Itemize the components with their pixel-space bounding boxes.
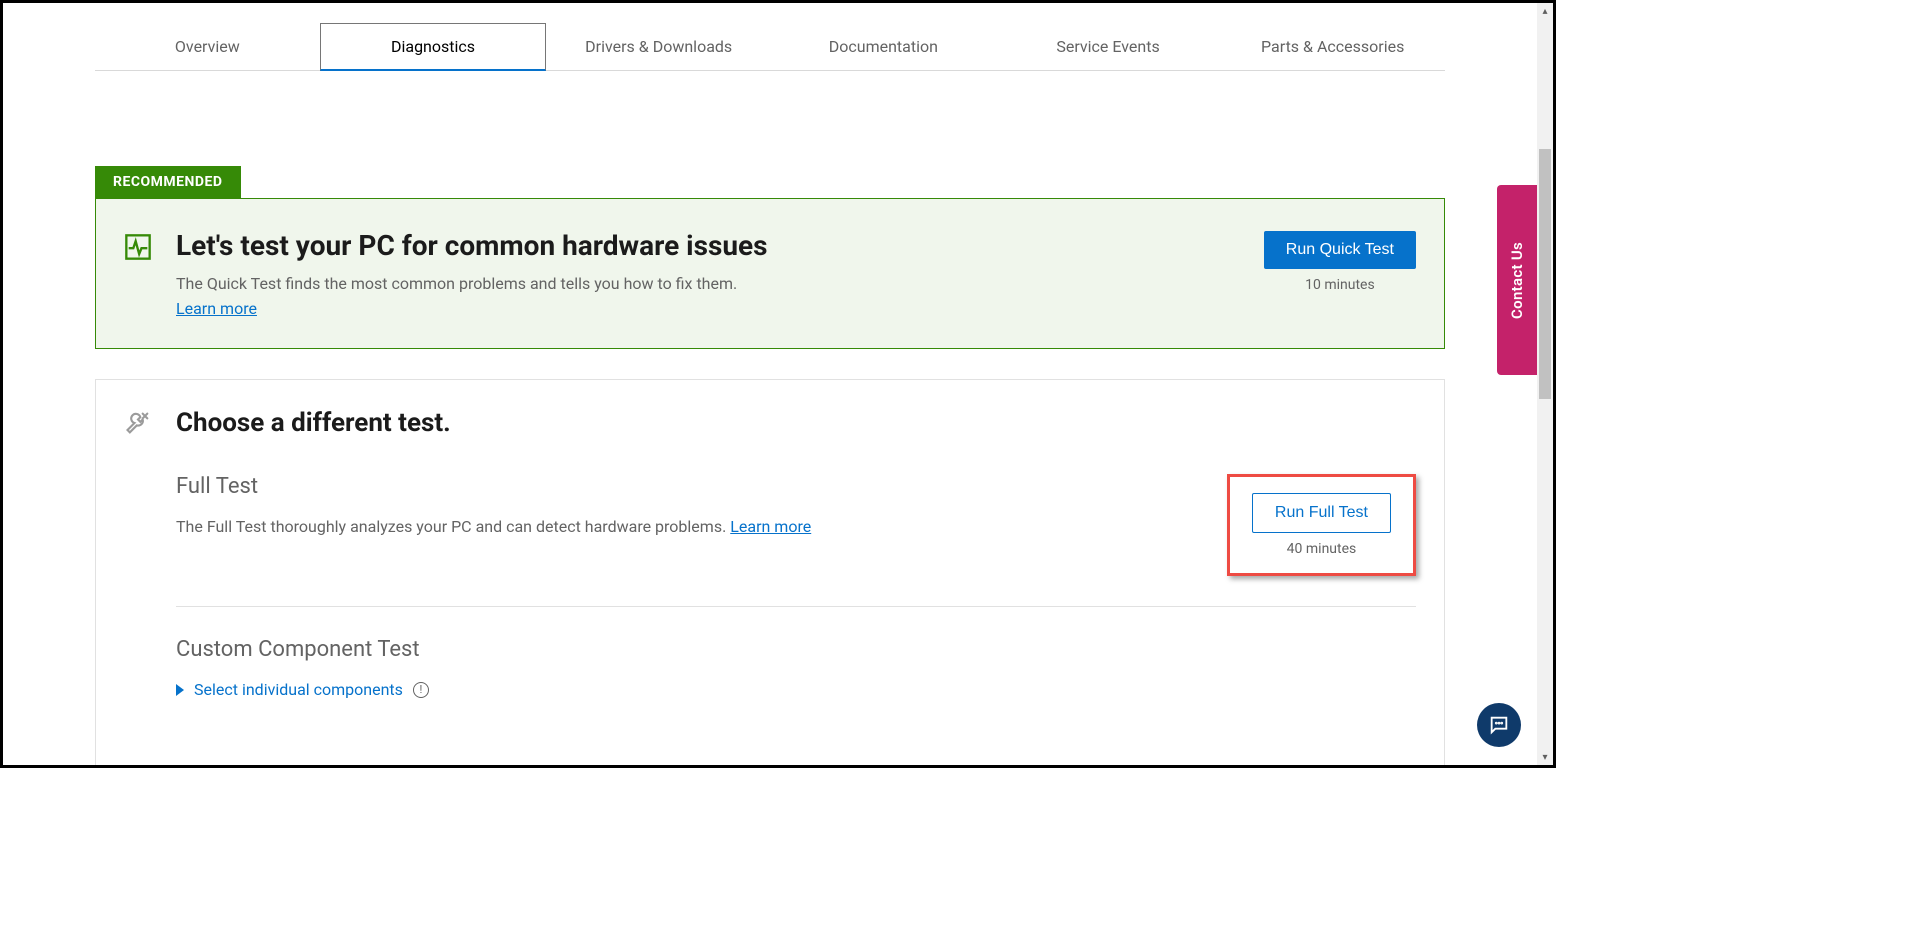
select-components-expander[interactable]: Select individual components ! [176,680,429,699]
full-test-time: 40 minutes [1287,541,1357,557]
run-full-test-button[interactable]: Run Full Test [1252,493,1391,533]
chat-fab-button[interactable] [1477,703,1521,747]
tab-parts-accessories[interactable]: Parts & Accessories [1220,23,1445,70]
recommended-title: Let's test your PC for common hardware i… [176,229,1240,262]
chat-icon [1488,714,1510,736]
tools-icon [124,409,152,437]
vertical-scrollbar[interactable]: ▴ ▾ [1537,3,1553,765]
scroll-up-arrow[interactable]: ▴ [1537,3,1553,19]
custom-test-title: Custom Component Test [176,637,1416,662]
scroll-down-arrow[interactable]: ▾ [1537,749,1553,765]
chevron-right-icon [176,684,184,696]
recommended-subtitle: The Quick Test finds the most common pro… [176,274,1240,293]
choose-test-card: Choose a different test. Full Test The F… [95,379,1445,765]
tab-diagnostics[interactable]: Diagnostics [320,23,547,71]
recommended-card: Let's test your PC for common hardware i… [95,198,1445,349]
full-test-title: Full Test [176,474,1227,499]
tab-service-events[interactable]: Service Events [996,23,1221,70]
tab-overview[interactable]: Overview [95,23,320,70]
activity-icon [124,233,152,261]
info-icon[interactable]: ! [413,682,429,698]
tab-documentation[interactable]: Documentation [771,23,996,70]
contact-us-side-tab[interactable]: Contact Us [1497,185,1537,375]
full-test-highlight-box: Run Full Test 40 minutes [1227,474,1416,576]
tab-bar: Overview Diagnostics Drivers & Downloads… [95,23,1445,71]
recommended-learn-more-link[interactable]: Learn more [176,299,257,318]
recommended-badge: RECOMMENDED [95,166,241,198]
choose-test-title: Choose a different test. [176,408,451,438]
quick-test-time: 10 minutes [1305,277,1375,293]
full-test-desc: The Full Test thoroughly analyzes your P… [176,517,1227,536]
run-quick-test-button[interactable]: Run Quick Test [1264,231,1416,269]
scroll-thumb[interactable] [1539,149,1551,399]
full-test-learn-more-link[interactable]: Learn more [730,517,811,536]
scroll-track[interactable] [1537,19,1553,749]
tab-drivers-downloads[interactable]: Drivers & Downloads [546,23,771,70]
